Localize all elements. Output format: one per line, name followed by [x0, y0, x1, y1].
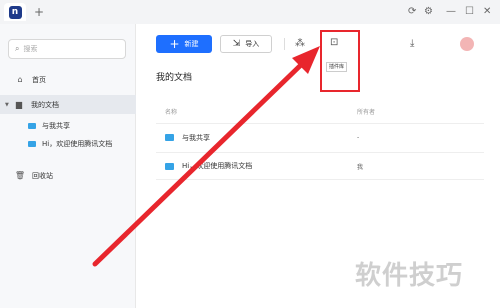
document-icon: ▆ [15, 100, 23, 109]
sidebar-item-label: 首页 [32, 75, 46, 84]
column-header-owner: 所有者 [357, 109, 376, 116]
sidebar-item-shared[interactable]: 与我共享 [0, 116, 136, 135]
download-icon[interactable]: ⤓ [410, 38, 414, 50]
search-icon: ⌕ [15, 44, 20, 53]
search-placeholder: 搜索 [23, 45, 38, 53]
templates-icon[interactable]: ⁂ [295, 38, 305, 50]
maximize-icon[interactable]: ☐ [465, 5, 474, 19]
title-bar: n + ⟳ ⚙ — ☐ ✕ [0, 0, 500, 24]
sidebar-item-home[interactable]: ⌂ 首页 [0, 70, 136, 89]
refresh-icon[interactable]: ⟳ [408, 5, 416, 19]
new-button[interactable]: + 新建 [156, 35, 212, 53]
home-icon: ⌂ [17, 75, 23, 84]
import-button[interactable]: ⇲ 导入 [220, 35, 272, 53]
table-row[interactable]: Hi，欢迎使用腾讯文档 我 [156, 152, 484, 180]
row-owner: - [357, 134, 360, 141]
sidebar-item-label: Hi，欢迎使用腾讯文档 [42, 139, 113, 148]
watermark: 软件技巧 [355, 261, 464, 291]
import-icon: ⇲ [232, 39, 241, 49]
app-logo: n [8, 5, 22, 19]
row-name: Hi，欢迎使用腾讯文档 [182, 162, 253, 170]
sidebar-item-label: 回收站 [32, 171, 53, 180]
trash-icon: 🗑 [14, 171, 26, 180]
annotation-highlight-box [320, 30, 360, 92]
expand-caret-icon[interactable]: ▼ [5, 102, 13, 108]
row-name: 与我共享 [182, 133, 210, 142]
folder-icon [28, 122, 36, 129]
search-input[interactable]: ⌕ 搜索 [8, 39, 126, 59]
sidebar-item-label: 我的文档 [31, 100, 59, 109]
minimize-icon[interactable]: — [446, 5, 456, 19]
avatar[interactable] [460, 37, 474, 51]
app-tab[interactable]: n [4, 3, 26, 21]
sidebar-item-trash[interactable]: 🗑 回收站 [0, 166, 136, 185]
plus-icon: + [169, 37, 180, 51]
import-button-label: 导入 [245, 40, 260, 48]
page-title: 我的文档 [156, 73, 193, 83]
row-owner: 我 [357, 163, 364, 171]
folder-icon [28, 140, 36, 147]
settings-icon[interactable]: ⚙ [424, 5, 433, 19]
sidebar-item-welcome[interactable]: Hi，欢迎使用腾讯文档 [0, 134, 136, 153]
new-button-label: 新建 [184, 40, 199, 48]
table-row[interactable]: 与我共享 - [156, 123, 484, 151]
folder-icon [165, 134, 174, 141]
sidebar-item-label: 与我共享 [42, 121, 70, 130]
close-icon[interactable]: ✕ [483, 5, 491, 19]
sidebar: ⌕ 搜索 ⌂ 首页 ▼ ▆ 我的文档 与我共享 Hi，欢迎使用腾讯文档 🗑 回收… [0, 24, 136, 308]
folder-icon [165, 162, 174, 170]
sidebar-item-my-docs[interactable]: ▼ ▆ 我的文档 [0, 95, 136, 114]
column-header-name: 名称 [165, 109, 178, 116]
toolbar-divider [284, 38, 285, 50]
toolbar: + 新建 ⇲ 导入 ⁂ ⊡ ⤓ [136, 24, 500, 64]
new-tab-button[interactable]: + [34, 4, 44, 20]
